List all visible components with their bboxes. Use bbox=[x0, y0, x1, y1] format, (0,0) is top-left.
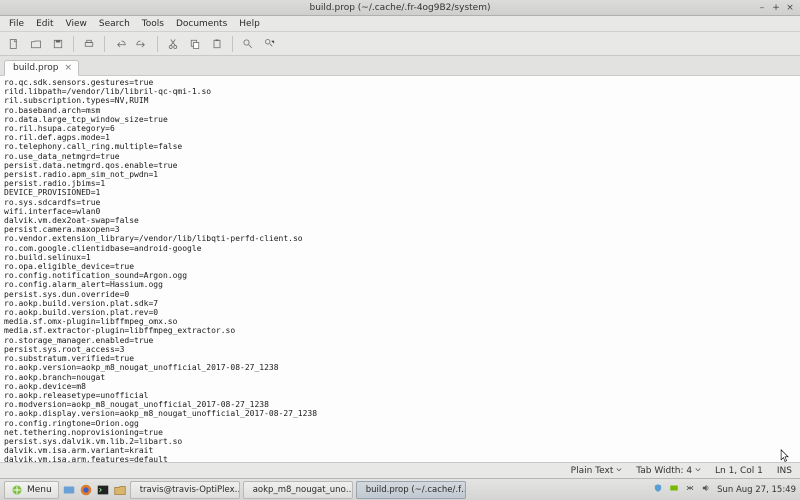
menu-documents[interactable]: Documents bbox=[171, 18, 232, 30]
taskbar-item-editor[interactable]: build.prop (~/.cache/.f… bbox=[356, 481, 466, 499]
menu-help[interactable]: Help bbox=[234, 18, 265, 30]
nvidia-icon[interactable] bbox=[669, 483, 679, 496]
status-position: Ln 1, Col 1 bbox=[715, 466, 763, 476]
start-menu-button[interactable]: Menu bbox=[4, 481, 59, 499]
save-icon[interactable] bbox=[48, 35, 68, 53]
editor-content[interactable]: ro.qc.sdk.sensors.gestures=true rild.lib… bbox=[0, 76, 800, 462]
find-replace-icon[interactable] bbox=[260, 35, 280, 53]
minimize-button[interactable]: – bbox=[756, 3, 768, 13]
new-file-icon[interactable] bbox=[4, 35, 24, 53]
system-tray: Sun Aug 27, 15:49 bbox=[653, 483, 796, 496]
window-title: build.prop (~/.cache/.fr-4og9B2/system) bbox=[310, 3, 491, 13]
paste-icon[interactable] bbox=[207, 35, 227, 53]
close-button[interactable]: × bbox=[784, 3, 796, 13]
status-syntax[interactable]: Plain Text bbox=[571, 466, 623, 476]
status-tabwidth[interactable]: Tab Width: 4 bbox=[636, 466, 701, 476]
open-file-icon[interactable] bbox=[26, 35, 46, 53]
print-icon[interactable] bbox=[79, 35, 99, 53]
taskbar-item-folder[interactable]: aokp_m8_nougat_uno… bbox=[243, 481, 353, 499]
cut-icon[interactable] bbox=[163, 35, 183, 53]
redo-icon[interactable] bbox=[132, 35, 152, 53]
files-icon[interactable] bbox=[113, 483, 127, 497]
terminal-icon[interactable] bbox=[96, 483, 110, 497]
shield-icon[interactable] bbox=[653, 483, 663, 496]
undo-icon[interactable] bbox=[110, 35, 130, 53]
taskbar-item-terminal[interactable]: travis@travis-OptiPlex… bbox=[130, 481, 240, 499]
titlebar: build.prop (~/.cache/.fr-4og9B2/system) … bbox=[0, 0, 800, 16]
tab-buildprop[interactable]: build.prop × bbox=[4, 60, 79, 76]
maximize-button[interactable]: + bbox=[770, 3, 782, 13]
status-insert-mode[interactable]: INS bbox=[777, 466, 792, 476]
editor-area[interactable]: ro.qc.sdk.sensors.gestures=true rild.lib… bbox=[0, 76, 800, 462]
toolbar bbox=[0, 32, 800, 56]
tab-close-icon[interactable]: × bbox=[64, 63, 72, 73]
tab-label: build.prop bbox=[13, 63, 58, 73]
volume-icon[interactable] bbox=[701, 483, 711, 496]
menu-file[interactable]: File bbox=[4, 18, 29, 30]
menu-view[interactable]: View bbox=[61, 18, 92, 30]
firefox-icon[interactable] bbox=[79, 483, 93, 497]
find-icon[interactable] bbox=[238, 35, 258, 53]
taskbar: Menu travis@travis-OptiPlex… aokp_m8_nou… bbox=[0, 478, 800, 500]
tabbar: build.prop × bbox=[0, 56, 800, 76]
menubar: File Edit View Search Tools Documents He… bbox=[0, 16, 800, 32]
clock-text[interactable]: Sun Aug 27, 15:49 bbox=[717, 485, 796, 495]
menu-tools[interactable]: Tools bbox=[137, 18, 169, 30]
statusbar: Plain Text Tab Width: 4 Ln 1, Col 1 INS bbox=[0, 462, 800, 478]
menu-edit[interactable]: Edit bbox=[31, 18, 58, 30]
copy-icon[interactable] bbox=[185, 35, 205, 53]
network-icon[interactable] bbox=[685, 483, 695, 496]
menu-search[interactable]: Search bbox=[94, 18, 135, 30]
show-desktop-icon[interactable] bbox=[62, 483, 76, 497]
